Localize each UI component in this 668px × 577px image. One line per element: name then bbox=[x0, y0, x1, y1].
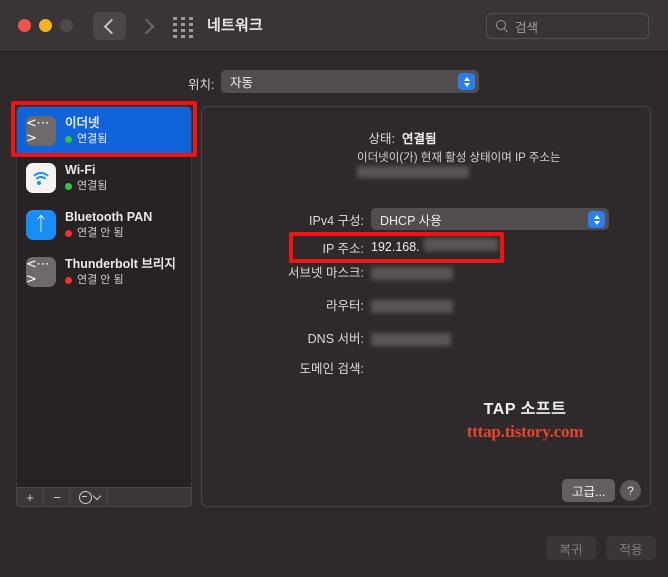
dns-server-label: DNS 서버: bbox=[307, 331, 364, 346]
search-icon bbox=[496, 19, 509, 33]
apply-button[interactable]: 적용 bbox=[606, 536, 656, 560]
back-button[interactable] bbox=[93, 12, 126, 40]
chevron-updown-icon bbox=[588, 211, 605, 228]
location-popup-button[interactable]: 자동 bbox=[221, 70, 479, 93]
redacted-dns-value bbox=[371, 333, 451, 346]
wifi-icon bbox=[26, 162, 56, 193]
status-label: 상태: bbox=[368, 132, 395, 146]
status-dot-icon bbox=[65, 229, 72, 237]
service-action-menu-button[interactable] bbox=[71, 488, 108, 506]
ip-address-value: 192.168. bbox=[371, 240, 420, 254]
zoom-window-button bbox=[60, 19, 73, 32]
redacted-ip-block bbox=[357, 166, 469, 178]
ipv4-config-row: IPv4 구성: DHCP 사용 bbox=[309, 208, 609, 230]
redacted-ip-suffix bbox=[424, 238, 498, 251]
router-label: 라우터: bbox=[326, 298, 364, 313]
service-status: 연결됨 bbox=[77, 179, 108, 192]
chevron-right-icon bbox=[138, 18, 154, 34]
search-field[interactable]: 검색 bbox=[486, 13, 649, 39]
service-name: Wi-Fi bbox=[65, 162, 96, 177]
close-window-button[interactable] bbox=[18, 19, 31, 32]
bluetooth-icon: ᛏ bbox=[26, 209, 56, 240]
help-button[interactable]: ? bbox=[620, 480, 641, 501]
status-description: 이더넷이(가) 현재 활성 상태이며 IP 주소는 bbox=[357, 152, 561, 164]
sidebar-item-wifi[interactable]: Wi-Fi 연결됨 bbox=[17, 154, 191, 201]
status-row: 상태: 연결됨 bbox=[369, 128, 437, 147]
sidebar-item-thunderbolt-bridge[interactable]: <⋯> Thunderbolt 브리지 연결 안 됨 bbox=[17, 248, 191, 295]
status-dot-icon bbox=[65, 182, 72, 190]
redacted-router-value bbox=[371, 300, 453, 313]
revert-button[interactable]: 복귀 bbox=[546, 536, 596, 560]
status-dot-icon bbox=[65, 276, 72, 284]
remove-service-button[interactable]: − bbox=[44, 488, 71, 506]
ipv4-config-popup-button[interactable]: DHCP 사용 bbox=[371, 208, 609, 230]
service-status: 연결됨 bbox=[77, 132, 108, 145]
ethernet-icon: <⋯> bbox=[26, 256, 56, 287]
page-title: 네트워크 bbox=[207, 17, 264, 34]
service-status: 연결 안 됨 bbox=[77, 273, 124, 286]
location-selected-value: 자동 bbox=[230, 76, 254, 90]
status-value: 연결됨 bbox=[402, 132, 437, 146]
service-name: Bluetooth PAN bbox=[65, 209, 153, 224]
search-input[interactable]: 검색 bbox=[515, 17, 538, 36]
show-all-grid-icon[interactable] bbox=[173, 17, 195, 38]
search-domains-label: 도메인 검색: bbox=[299, 361, 364, 376]
subnet-mask-label: 서브넷 마스크: bbox=[288, 265, 364, 280]
service-status: 연결 안 됨 bbox=[77, 226, 124, 239]
chevron-updown-icon bbox=[458, 73, 475, 90]
redacted-subnet-value bbox=[371, 267, 453, 280]
service-name: Thunderbolt 브리지 bbox=[65, 256, 176, 271]
ip-address-row: IP 주소: 192.168. bbox=[322, 240, 420, 256]
network-services-list[interactable]: <⋯> 이더넷 연결됨 Wi-Fi 연결됨 ᛏ Bluetooth PAN 연결… bbox=[16, 106, 192, 506]
forward-button[interactable] bbox=[131, 12, 164, 40]
network-preferences-window: 네트워크 검색 위치: 자동 <⋯> 이더넷 연결됨 Wi-Fi 연결됨 ᛏ B… bbox=[0, 0, 668, 577]
advanced-button[interactable]: 고급... bbox=[562, 479, 616, 502]
action-gear-icon bbox=[78, 490, 92, 504]
minimize-window-button[interactable] bbox=[39, 19, 52, 32]
ip-address-label: IP 주소: bbox=[322, 241, 364, 256]
chevron-down-icon bbox=[92, 491, 101, 501]
add-service-button[interactable]: + bbox=[17, 488, 44, 506]
sidebar-item-bluetooth-pan[interactable]: ᛏ Bluetooth PAN 연결 안 됨 bbox=[17, 201, 191, 248]
ipv4-config-label: IPv4 구성: bbox=[309, 213, 364, 228]
status-dot-icon bbox=[65, 135, 72, 143]
titlebar: 네트워크 검색 bbox=[0, 0, 668, 52]
service-name: 이더넷 bbox=[65, 115, 100, 130]
services-toolbar: + − bbox=[16, 487, 192, 507]
ipv4-config-value: DHCP 사용 bbox=[380, 213, 442, 228]
ethernet-icon: <⋯> bbox=[26, 115, 56, 146]
chevron-left-icon bbox=[103, 18, 119, 34]
location-label: 위치: bbox=[188, 78, 215, 92]
sidebar-item-ethernet[interactable]: <⋯> 이더넷 연결됨 bbox=[17, 107, 191, 154]
